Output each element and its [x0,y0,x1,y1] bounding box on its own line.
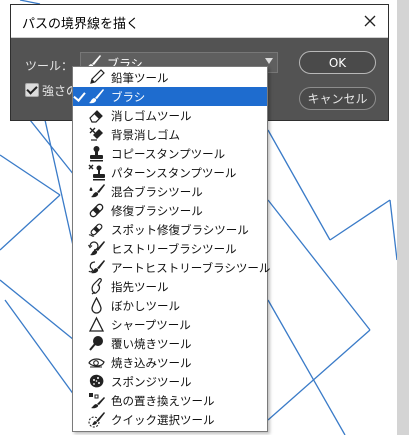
path-line [4,299,75,396]
dropdown-item-label: パターンスタンプツール [111,166,237,180]
dropdown-item-smudge[interactable]: 指先ツール [73,277,267,296]
dropdown-item-label: アートヒストリーブラシツール [111,261,271,275]
path-line [44,119,75,251]
color-replacement-icon [89,393,105,409]
healing-brush-icon [89,203,104,218]
dropdown-item-history-brush[interactable]: ヒストリーブラシツール [73,239,267,258]
dropdown-item-blur[interactable]: ぼかしツール [73,296,267,315]
dropdown-item-label: 鉛筆ツール [111,71,169,85]
dialog-titlebar[interactable]: パスの境界線を描く [11,5,388,38]
dropdown-item-sponge[interactable]: スポンジツール [73,372,267,391]
brush-icon [89,89,104,104]
dropdown-item-clone-stamp[interactable]: コピースタンプツール [73,144,267,163]
checkmark-icon [73,89,86,102]
dropdown-item-pencil[interactable]: 鉛筆ツール [73,68,267,87]
dropdown-item-spot-healing-brush[interactable]: スポット修復ブラシツール [73,220,267,239]
mixer-brush-icon [89,184,105,198]
ok-button[interactable]: OK [299,51,376,74]
dropdown-item-quick-selection[interactable]: クイック選択ツール [73,410,267,429]
art-history-brush-icon [88,260,105,274]
dropdown-item-label: シャープツール [111,318,191,332]
dropdown-item-pattern-stamp[interactable]: パターンスタンプツール [73,163,267,182]
pattern-stamp-icon [88,164,105,181]
dropdown-item-label: クイック選択ツール [111,413,215,427]
path-line [267,299,346,435]
path-line [0,279,75,341]
dropdown-item-label: 覆い焼きツール [111,337,192,351]
dropdown-item-label: 指先ツール [111,280,169,294]
dropdown-item-art-history-brush[interactable]: アートヒストリーブラシツール [73,258,271,277]
dropdown-item-dodge[interactable]: 覆い焼きツール [73,334,267,353]
cancel-button[interactable]: キャンセル [299,87,376,110]
path-line [0,194,61,251]
background-eraser-icon [89,127,103,141]
tool-label: ツール： [25,59,74,73]
close-button[interactable] [354,6,386,36]
close-icon [364,15,376,27]
dodge-icon [89,336,103,351]
dropdown-item-mixer-brush[interactable]: 混合ブラシツール [73,182,267,201]
sponge-icon [89,374,104,388]
dropdown-item-color-replacement[interactable]: 色の置き換えツール [73,391,267,410]
dropdown-item-label: 混合ブラシツール [111,185,203,199]
dropdown-item-label: 修復ブラシツール [111,204,203,218]
dropdown-item-label: 色の置き換えツール [111,394,215,408]
dropdown-item-label: ブラシ [111,90,146,104]
path-line [29,119,75,176]
dropdown-item-label: 焼き込みツール [111,356,192,370]
burn-hand-icon [88,358,105,368]
path-line [329,199,391,241]
pressure-option[interactable]: 強さのシミュレート [25,81,150,99]
dropdown-item-label: 消しゴムツール [111,109,192,123]
dropdown-item-brush[interactable]: ブラシ [73,87,267,106]
sharpen-triangle-icon [88,316,105,332]
canvas-edge [397,0,409,435]
blur-drop-icon [91,297,102,314]
dropdown-item-label: 背景消しゴム [111,128,180,142]
dropdown-item-background-eraser[interactable]: 背景消しゴム [73,125,267,144]
dropdown-item-label: スポンジツール [111,375,192,389]
path-line [389,199,398,261]
smudge-icon [91,278,102,295]
clone-stamp-icon [90,146,103,162]
dialog-title: パスの境界線を描く [22,17,140,32]
history-brush-icon [88,241,105,256]
path-line [267,329,371,421]
quick-selection-icon [88,412,105,428]
dropdown-item-sharpen[interactable]: シャープツール [73,315,267,334]
dropdown-item-burn[interactable]: 焼き込みツール [73,353,267,372]
dropdown-item-label: スポット修復ブラシツール [111,223,249,237]
path-line [0,154,61,196]
spot-healing-brush-icon [88,223,103,237]
dropdown-item-label: ヒストリーブラシツール [111,242,237,256]
dropdown-item-label: ぼかしツール [111,299,180,313]
dropdown-item-healing-brush[interactable]: 修復ブラシツール [73,201,267,220]
dropdown-item-label: コピースタンプツール [111,147,226,161]
tool-dropdown-list: 鉛筆ツール ブラシ 消しゴムツール 背景消しゴム コピースタンプツール パターン… [72,66,271,432]
pressure-checkbox[interactable] [25,83,39,97]
chevron-down-icon [265,58,273,64]
eraser-icon [89,110,103,123]
dropdown-item-eraser[interactable]: 消しゴムツール [73,106,267,125]
path-line [267,129,331,241]
pencil-icon [90,69,105,84]
